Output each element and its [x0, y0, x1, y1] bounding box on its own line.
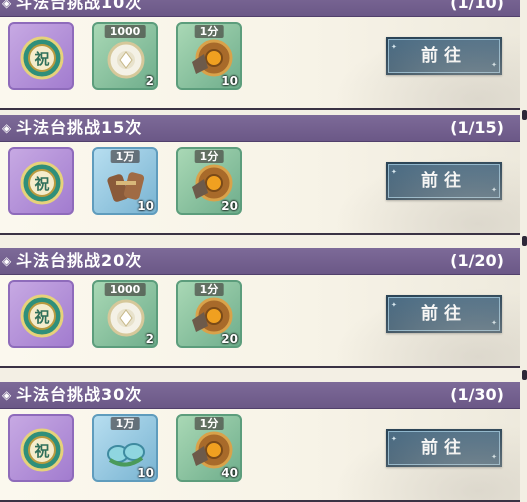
go-button[interactable]: 前往: [386, 288, 502, 340]
reward-item[interactable]: 1分 20: [176, 280, 242, 348]
task-title: 斗法台挑战10次: [16, 0, 143, 12]
diamond-icon: ◈: [2, 388, 12, 402]
reward-count: 20: [221, 199, 238, 213]
reward-item[interactable]: 1000 2: [92, 280, 158, 348]
reward-count: 10: [221, 74, 238, 88]
task-progress: (1/20): [450, 251, 504, 270]
reward-count: 40: [221, 466, 238, 480]
task-header: ◈ 斗法台挑战20次 (1/20): [0, 248, 520, 275]
reward-item[interactable]: 祝: [8, 414, 74, 482]
charm-badge-icon: 祝: [20, 428, 64, 472]
task-progress: (1/15): [450, 118, 504, 137]
white-talisman-icon: [107, 299, 145, 337]
scroll-marker: [522, 236, 527, 246]
scroll-marker: [522, 370, 527, 380]
white-talisman-icon: [107, 41, 145, 79]
charm-badge-icon: 祝: [20, 294, 64, 338]
svg-text:祝: 祝: [34, 308, 49, 326]
scroll-marker: [522, 110, 527, 120]
go-button[interactable]: 前往: [386, 155, 502, 207]
diamond-icon: ◈: [2, 121, 12, 135]
charm-badge-icon: 祝: [20, 161, 64, 205]
task-row: ◈ 斗法台挑战20次 (1/20) 祝 1000 2 1分 20 ✦ 前往 ✦: [0, 248, 520, 368]
task-title: 斗法台挑战20次: [16, 251, 143, 270]
task-row: ◈ 斗法台挑战30次 (1/30) 祝 1万 10 1分 40 ✦ 前往 ✦: [0, 382, 520, 502]
task-progress: (1/10): [450, 0, 504, 12]
reward-count: 20: [221, 332, 238, 346]
reward-count: 2: [145, 74, 154, 88]
svg-text:祝: 祝: [34, 50, 49, 68]
reward-count: 10: [137, 466, 154, 480]
task-header: ◈ 斗法台挑战15次 (1/15): [0, 115, 520, 142]
task-header: ◈ 斗法台挑战30次 (1/30): [0, 382, 520, 409]
reward-item[interactable]: 祝: [8, 22, 74, 90]
svg-text:祝: 祝: [34, 442, 49, 460]
reward-count: 10: [137, 199, 154, 213]
task-progress: (1/30): [450, 385, 504, 404]
charm-badge-icon: 祝: [20, 36, 64, 80]
svg-text:祝: 祝: [34, 175, 49, 193]
task-title: 斗法台挑战30次: [16, 385, 143, 404]
task-row: ◈ 斗法台挑战15次 (1/15) 祝 1万 10 1分 20 ✦ 前往 ✦: [0, 115, 520, 235]
reward-item[interactable]: 1分 40: [176, 414, 242, 482]
reward-item[interactable]: 祝: [8, 147, 74, 215]
go-button[interactable]: 前往: [386, 422, 502, 474]
task-list: ◈ 斗法台挑战10次 (1/10) 祝 1000 2 1分 10 ✦ 前往 ✦ …: [0, 0, 527, 502]
reward-item[interactable]: 1分 10: [176, 22, 242, 90]
task-title: 斗法台挑战15次: [16, 118, 143, 137]
reward-item[interactable]: 1分 20: [176, 147, 242, 215]
reward-item[interactable]: 祝: [8, 280, 74, 348]
diamond-icon: ◈: [2, 0, 12, 10]
go-button[interactable]: 前往: [386, 30, 502, 82]
reward-item[interactable]: 1万 10: [92, 147, 158, 215]
reward-count: 2: [145, 332, 154, 346]
task-row: ◈ 斗法台挑战10次 (1/10) 祝 1000 2 1分 10 ✦ 前往 ✦: [0, 0, 520, 110]
task-header: ◈ 斗法台挑战10次 (1/10): [0, 0, 520, 17]
reward-item[interactable]: 1000 2: [92, 22, 158, 90]
diamond-icon: ◈: [2, 254, 12, 268]
reward-item[interactable]: 1万 10: [92, 414, 158, 482]
